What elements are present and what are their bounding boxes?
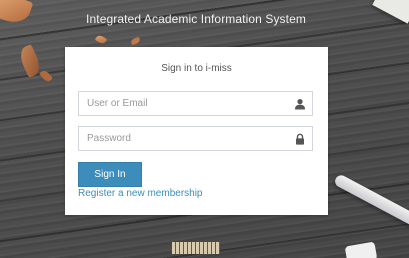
sign-in-button[interactable]: Sign In [78, 162, 142, 187]
login-box-title: Sign in to i-miss [161, 63, 232, 74]
user-icon [295, 99, 305, 110]
register-membership-link[interactable]: Register a new membership [78, 188, 203, 199]
login-box: Sign in to i-miss Sign In Register a new… [65, 47, 328, 215]
app-title: Integrated Academic Information System [86, 12, 306, 26]
pencil-shavings-decoration [172, 242, 220, 254]
password-input[interactable] [79, 127, 284, 150]
user-or-email-input[interactable] [79, 92, 284, 115]
lock-icon [296, 133, 304, 145]
user-field [78, 91, 313, 116]
password-field [78, 126, 313, 151]
